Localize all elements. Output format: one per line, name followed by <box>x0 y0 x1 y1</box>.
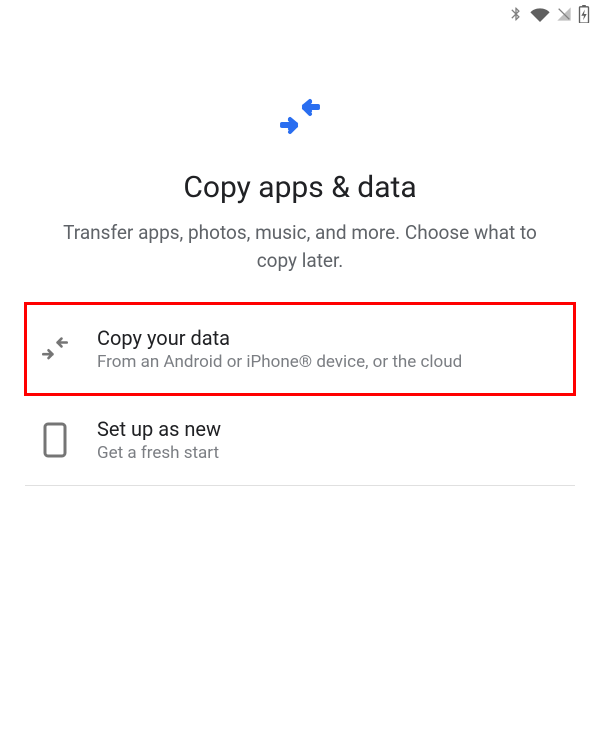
options-list: Copy your data From an Android or iPhone… <box>0 303 600 486</box>
hero-section: Copy apps & data Transfer apps, photos, … <box>0 28 600 304</box>
phone-icon <box>35 422 75 458</box>
transfer-arrows-icon <box>278 98 322 142</box>
wifi-icon <box>530 6 550 22</box>
page-subtitle: Transfer apps, photos, music, and more. … <box>50 219 550 274</box>
no-signal-icon <box>556 6 572 22</box>
transfer-arrows-small-icon <box>35 336 75 362</box>
battery-charging-icon <box>578 5 590 23</box>
option-title: Copy your data <box>97 326 565 350</box>
set-up-as-new-option[interactable]: Set up as new Get a fresh start <box>25 394 575 486</box>
status-bar <box>0 0 600 28</box>
option-title: Set up as new <box>97 417 565 441</box>
option-subtitle: From an Android or iPhone® device, or th… <box>97 352 565 372</box>
page-title: Copy apps & data <box>50 170 550 205</box>
copy-your-data-option[interactable]: Copy your data From an Android or iPhone… <box>25 303 575 395</box>
option-subtitle: Get a fresh start <box>97 443 565 463</box>
bluetooth-icon <box>508 5 524 23</box>
